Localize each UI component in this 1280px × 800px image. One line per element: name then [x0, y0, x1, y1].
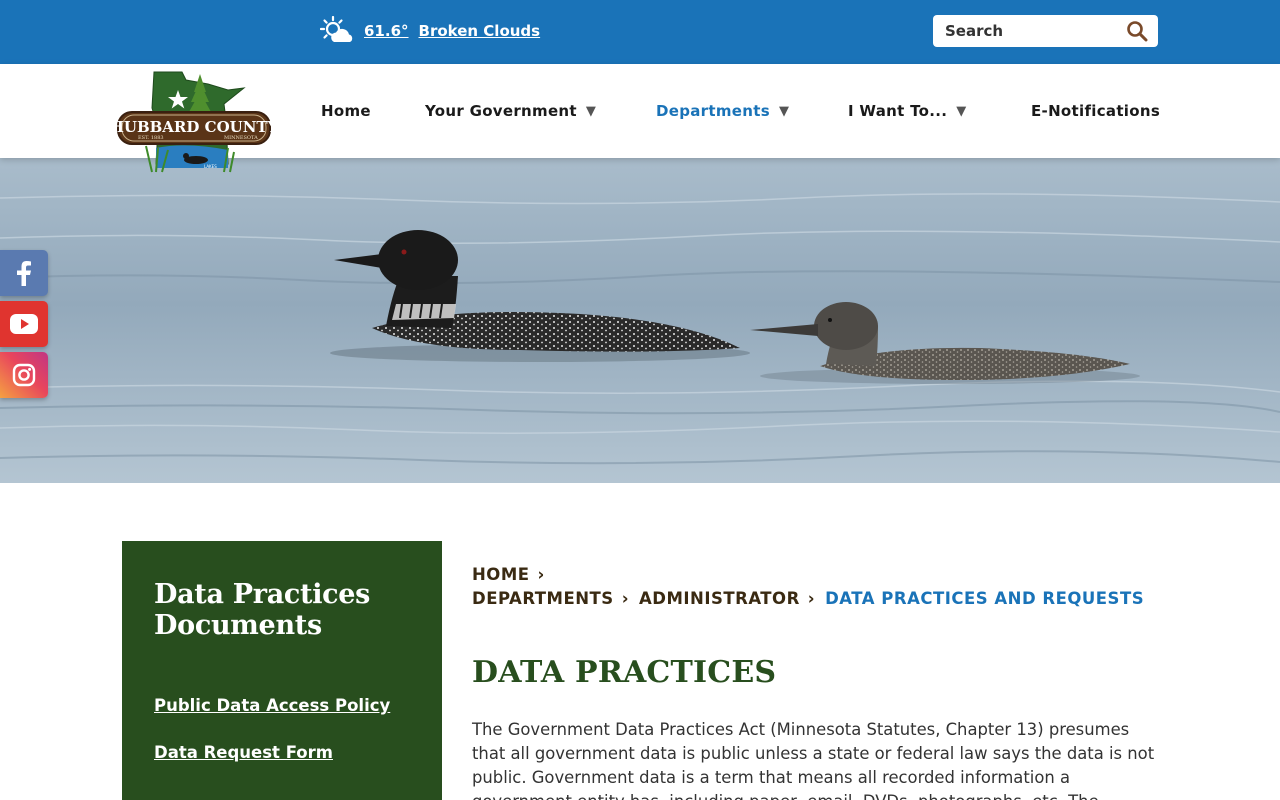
page-title: DATA PRACTICES	[472, 655, 777, 690]
top-bar: 61.6° Broken Clouds	[0, 0, 1280, 64]
nav-your-government-label: Your Government	[425, 102, 577, 120]
breadcrumb-departments[interactable]: DEPARTMENTS	[472, 589, 614, 608]
logo-state-text: MINNESOTA	[224, 135, 258, 141]
logo-est-text: EST. 1883	[138, 135, 164, 141]
chevron-down-icon: ▼	[778, 103, 790, 119]
instagram-icon	[12, 363, 36, 387]
nav-departments-label: Departments	[656, 102, 770, 120]
nav-your-government[interactable]: Your Government ▼	[425, 64, 596, 158]
sidebar-link-data-request-form[interactable]: Data Request Form	[154, 743, 410, 762]
weather-condition: Broken Clouds	[418, 22, 541, 40]
logo-text: HUBBARD COUNTY	[116, 118, 272, 136]
hero-image-loons	[0, 158, 1280, 483]
logo-lake-text: LAKES	[204, 164, 217, 169]
chevron-down-icon: ▼	[956, 103, 967, 119]
instagram-button[interactable]	[0, 352, 48, 398]
search-input[interactable]	[945, 22, 1126, 40]
breadcrumb: HOME › DEPARTMENTS › ADMINISTRATOR › DATA PRA…	[472, 563, 1172, 611]
chevron-right-icon: ›	[537, 565, 545, 584]
chevron-right-icon: ›	[621, 589, 629, 608]
nav-i-want-to[interactable]: I Want To... ▼	[848, 64, 967, 158]
breadcrumb-home[interactable]: HOME	[472, 565, 530, 584]
chevron-right-icon: ›	[807, 589, 816, 608]
sun-cloud-icon	[320, 16, 353, 42]
nav-departments[interactable]: Departments ▼	[656, 64, 789, 158]
facebook-icon	[17, 261, 31, 286]
weather-link[interactable]: 61.6° Broken Clouds	[320, 16, 540, 46]
sidebar-panel: Data Practices Documents Public Data Acc…	[122, 541, 442, 800]
breadcrumb-current: DATA PRACTICES AND REQUESTS	[825, 589, 1145, 608]
chevron-down-icon: ▼	[585, 103, 597, 119]
youtube-icon	[10, 314, 38, 334]
nav-e-notifications-label: E-Notifications	[1031, 102, 1161, 120]
sidebar-link-public-data-access-policy[interactable]: Public Data Access Policy	[154, 696, 410, 715]
intro-paragraph: The Government Data Practices Act (Minne…	[472, 720, 1155, 800]
facebook-button[interactable]	[0, 250, 48, 296]
hubbard-county-logo[interactable]: HUBBARD COUNTY EST. 1883 MINNESOTA LAKES	[110, 68, 279, 174]
breadcrumb-administrator[interactable]: ADMINISTRATOR	[639, 589, 800, 608]
search-icon[interactable]	[1126, 20, 1148, 42]
youtube-button[interactable]	[0, 301, 48, 347]
sidebar-title: Data Practices Documents	[154, 579, 371, 641]
nav-home[interactable]: Home	[321, 64, 371, 158]
nav-home-label: Home	[321, 102, 371, 120]
weather-temperature: 61.6°	[364, 22, 409, 40]
search-box	[933, 15, 1158, 47]
site-header: HUBBARD COUNTY EST. 1883 MINNESOTA LAKES…	[0, 64, 1280, 173]
nav-e-notifications[interactable]: E-Notifications	[1031, 64, 1160, 158]
nav-i-want-to-label: I Want To...	[848, 102, 948, 120]
